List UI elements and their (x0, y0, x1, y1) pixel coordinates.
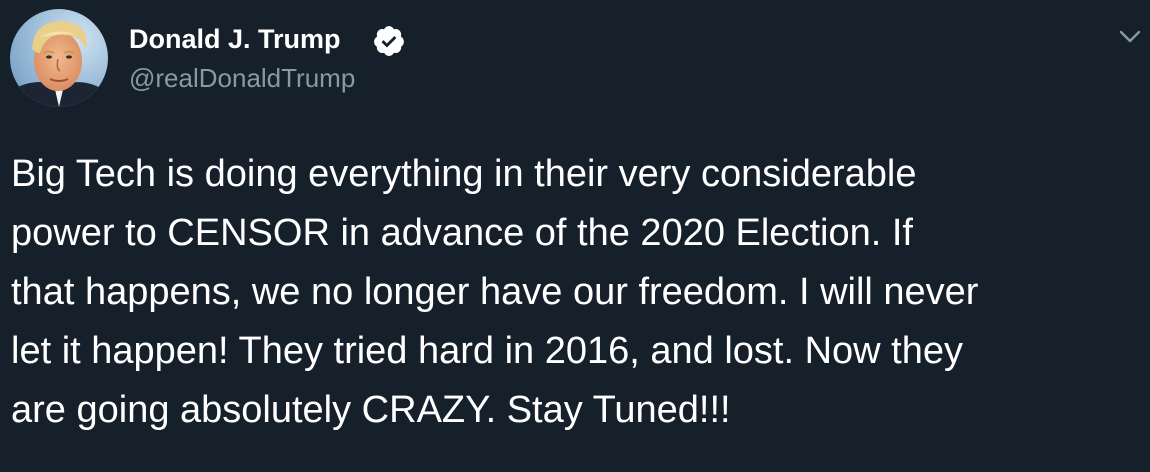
author-avatar[interactable] (10, 9, 108, 107)
tweet-line: let it happen! They tried hard in 2016, … (11, 330, 964, 372)
chevron-down-icon[interactable] (1112, 22, 1148, 52)
tweet-text: Big Tech is doing everything in their ve… (11, 145, 1141, 440)
verified-check-icon (374, 26, 404, 56)
tweet-line: power to CENSOR in advance of the 2020 E… (11, 212, 913, 254)
tweet-line: that happens, we no longer have our free… (11, 271, 979, 313)
author-handle[interactable]: @realDonaldTrump (129, 62, 355, 94)
tweet-line: are going absolutely CRAZY. Stay Tuned!!… (11, 389, 731, 431)
avatar-photo-icon (10, 9, 108, 107)
author-name[interactable]: Donald J. Trump (129, 22, 341, 56)
tweet-line: Big Tech is doing everything in their ve… (11, 153, 917, 195)
tweet-card: Donald J. Trump @realDonaldTrump Big Tec… (0, 0, 1150, 472)
